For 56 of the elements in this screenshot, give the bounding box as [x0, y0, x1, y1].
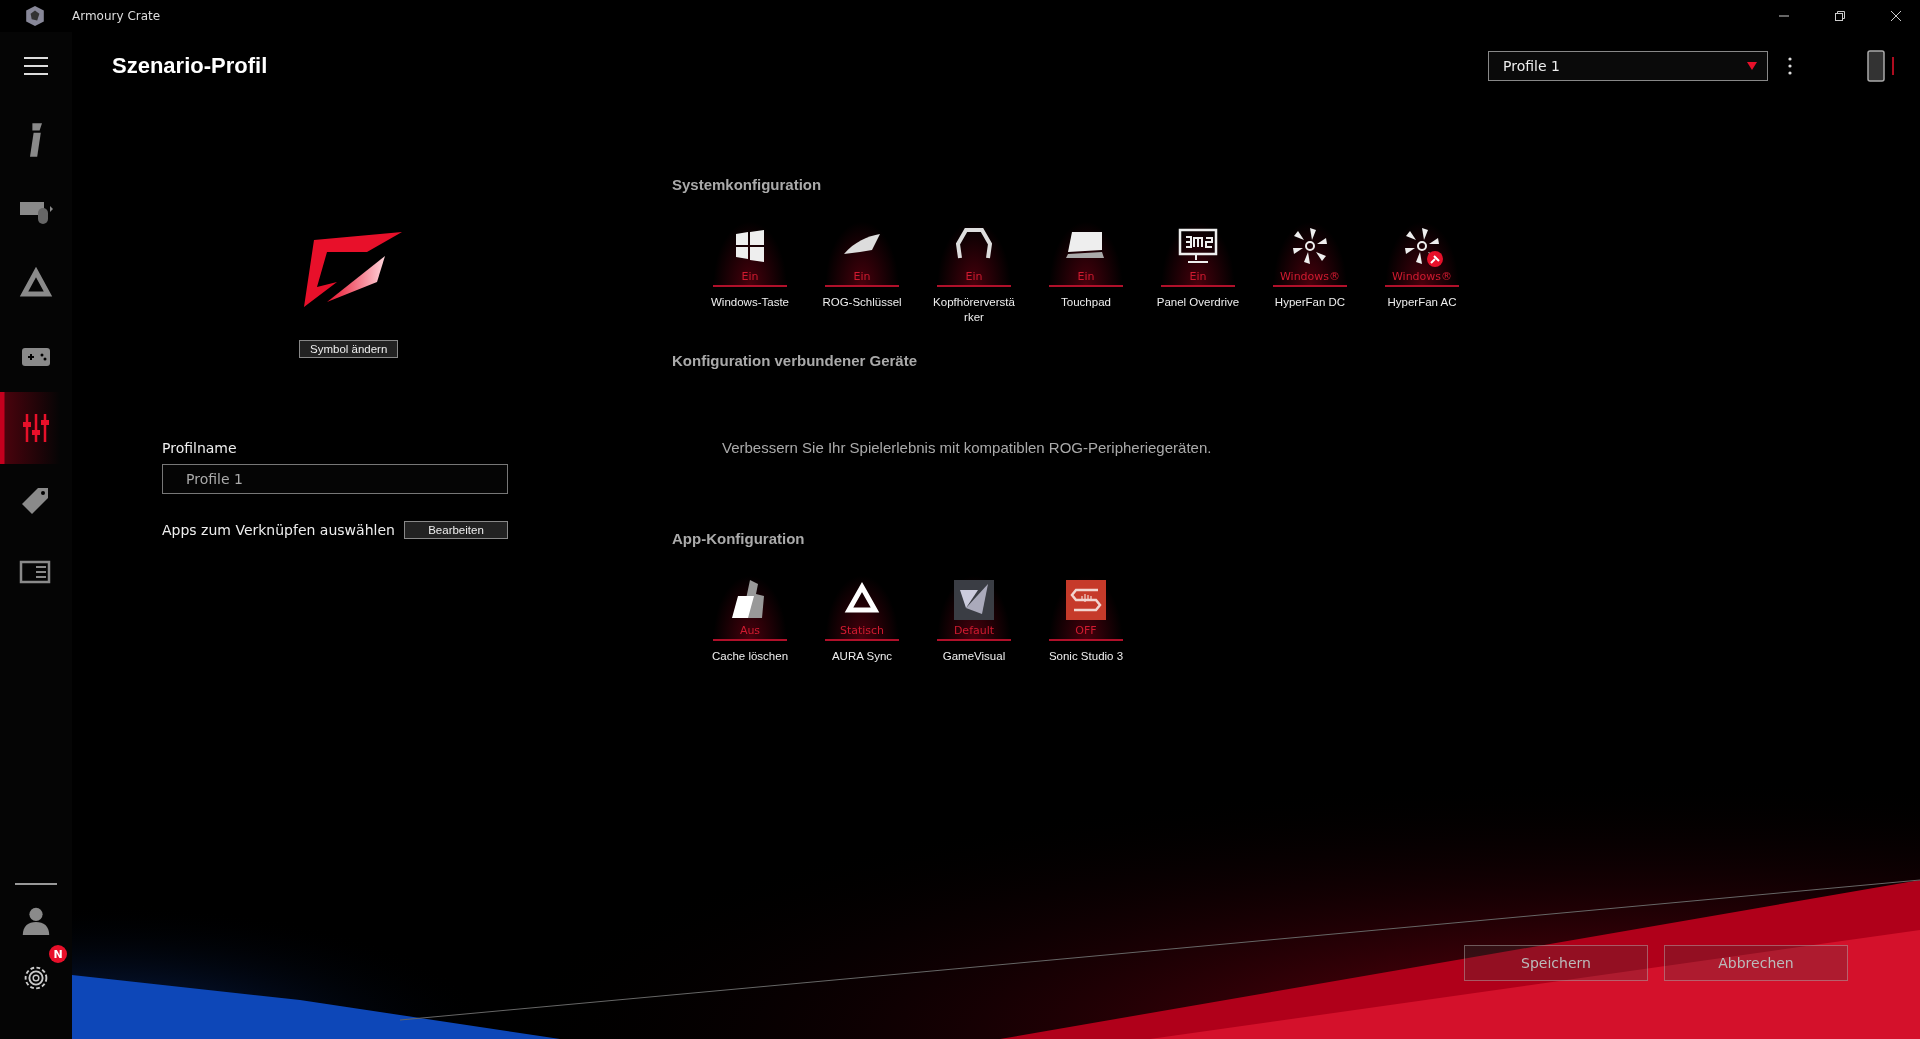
tile-label: AURA Sync — [831, 649, 893, 664]
tile-label: HyperFan AC — [1387, 295, 1457, 310]
status-tile[interactable]: Windows® — [1273, 221, 1347, 287]
status-value: Ein — [741, 270, 759, 283]
status-value: Default — [953, 624, 995, 637]
profile-name-field[interactable]: Profile 1 — [162, 464, 508, 494]
profile-dropdown[interactable]: Profile 1 — [1488, 51, 1768, 81]
close-icon[interactable] — [1890, 10, 1902, 22]
status-value: Windows® — [1279, 270, 1341, 283]
section-title: App-Konfiguration — [672, 530, 805, 547]
tile-label: Cache löschen — [711, 649, 789, 664]
status-tile[interactable]: Windows® — [1385, 221, 1459, 287]
menu-icon[interactable] — [24, 56, 48, 76]
status-value: Windows® — [1391, 270, 1453, 283]
profile-name-label: Profilname — [162, 440, 237, 456]
status-tile[interactable]: Ein — [1161, 221, 1235, 287]
peripherals-message: Verbessern Sie Ihr Spielerlebnis mit kompatiblen ROG-Peripheriegeräten. — [722, 439, 1212, 456]
more-options-icon[interactable] — [1788, 57, 1792, 75]
status-value: Statisch — [839, 624, 885, 637]
notification-badge: N — [49, 945, 67, 963]
tile-label: Sonic Studio 3 — [1048, 649, 1124, 664]
apps-link-label: Apps zum Verknüpfen auswählen — [162, 522, 395, 538]
status-tile[interactable]: Ein — [937, 221, 1011, 287]
section-title: Systemkonfiguration — [672, 176, 822, 193]
status-tile[interactable]: Ein — [825, 221, 899, 287]
status-tile[interactable]: Default — [937, 575, 1011, 641]
section-title: Konfiguration verbundener Geräte — [672, 352, 918, 369]
tile-label: Windows-Taste — [711, 295, 789, 310]
change-icon-button[interactable]: Symbol ändern — [299, 340, 399, 358]
tile-label: Touchpad — [1061, 295, 1111, 310]
tile-label: Kopfhörerverstärker — [932, 295, 1016, 325]
status-tile[interactable]: Ein — [1049, 221, 1123, 287]
status-value: Ein — [1077, 270, 1095, 283]
status-value: Aus — [739, 624, 761, 637]
app-logo-icon — [24, 5, 46, 27]
status-value: Ein — [853, 270, 871, 283]
status-tile[interactable]: Aus — [713, 575, 787, 641]
tile-label: ROG-Schlüssel — [822, 295, 902, 310]
status-tile[interactable]: Statisch — [825, 575, 899, 641]
edit-button[interactable]: Bearbeiten — [404, 521, 508, 539]
page-title: Szenario-Profil — [112, 53, 268, 79]
status-value: Ein — [965, 270, 983, 283]
device-icon[interactable] — [1866, 49, 1896, 83]
window-title: Armoury Crate — [72, 9, 161, 23]
status-value: OFF — [1075, 624, 1097, 637]
save-button[interactable]: Speichern — [1464, 945, 1648, 981]
tile-label: GameVisual — [942, 649, 1006, 664]
tile-label: Panel Overdrive — [1156, 295, 1240, 310]
restore-icon[interactable] — [1834, 10, 1846, 22]
info-icon — [30, 123, 42, 157]
caret-icon — [1747, 62, 1757, 70]
cancel-button[interactable]: Abbrechen — [1664, 945, 1848, 981]
status-tile[interactable]: OFF — [1049, 575, 1123, 641]
status-tile[interactable]: Ein — [713, 221, 787, 287]
tile-label: HyperFan DC — [1274, 295, 1346, 310]
status-value: Ein — [1189, 270, 1207, 283]
